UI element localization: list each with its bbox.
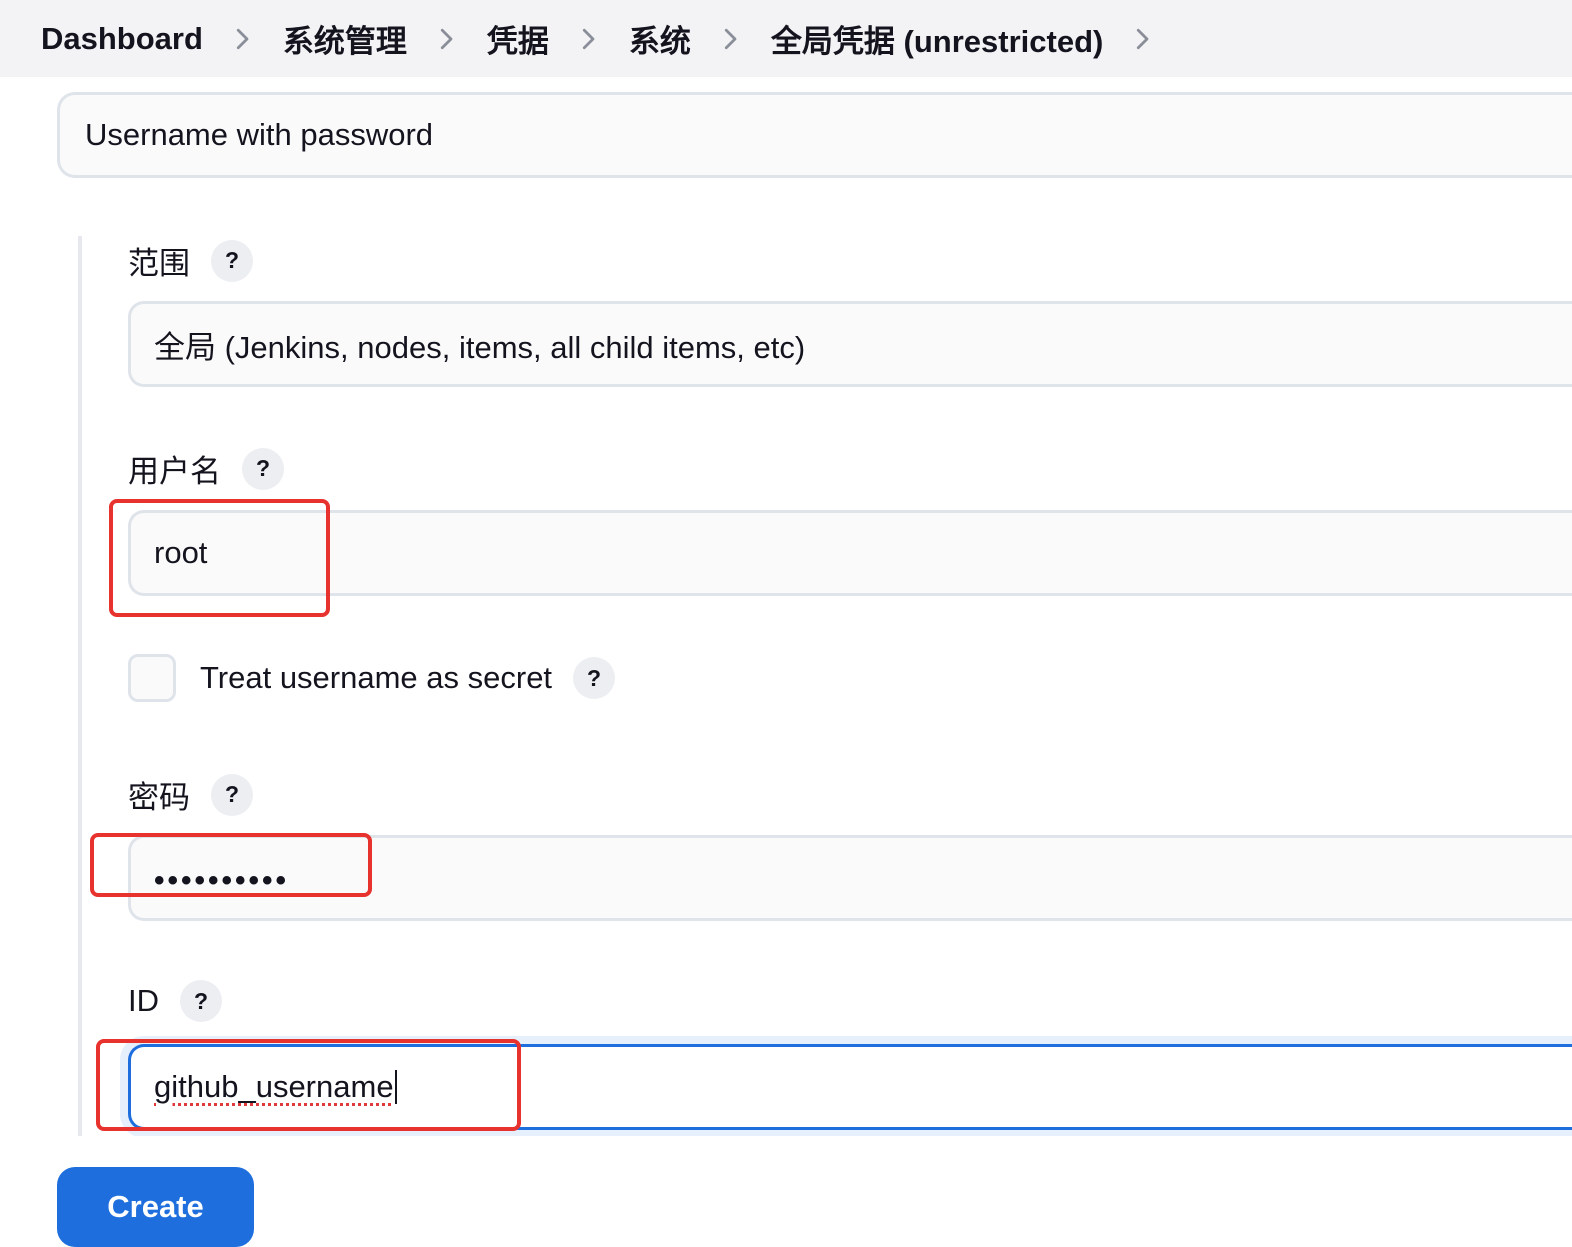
breadcrumb-item-system-management[interactable]: 系统管理 [283, 16, 407, 61]
highlight-box-password [90, 833, 372, 897]
chevron-right-icon [573, 24, 603, 54]
treat-username-secret-help-icon[interactable]: ? [573, 657, 616, 699]
treat-username-secret-row: Treat username as secret ? [128, 654, 616, 702]
scope-label-row: 范围 ? [128, 238, 253, 283]
chevron-right-icon [227, 24, 257, 54]
scope-select-value: 全局 (Jenkins, nodes, items, all child ite… [154, 329, 806, 365]
chevron-right-icon[interactable] [1127, 24, 1157, 54]
breadcrumb-item-system[interactable]: 系统 [629, 16, 691, 61]
kind-select[interactable]: Username with password [57, 92, 1572, 178]
kind-select-value: Username with password [85, 117, 434, 152]
username-input[interactable]: root [128, 510, 1572, 596]
breadcrumb-item-global-credentials[interactable]: 全局凭据 (unrestricted) [771, 16, 1103, 61]
treat-username-secret-label[interactable]: Treat username as secret [200, 660, 552, 696]
highlight-box-username [109, 499, 330, 617]
scope-label: 范围 [128, 246, 190, 281]
breadcrumb-item-credentials[interactable]: 凭据 [487, 16, 549, 61]
id-label: ID [128, 983, 159, 1018]
username-help-icon[interactable]: ? [242, 447, 284, 490]
username-label: 用户名 [128, 454, 221, 489]
chevron-right-icon [431, 24, 461, 54]
scope-select[interactable]: 全局 (Jenkins, nodes, items, all child ite… [128, 301, 1572, 387]
chevron-right-icon [715, 24, 745, 54]
highlight-box-id [96, 1039, 521, 1131]
treat-username-secret-checkbox[interactable] [128, 654, 176, 702]
password-help-icon[interactable]: ? [211, 773, 253, 816]
password-label-row: 密码 ? [128, 772, 253, 817]
password-label: 密码 [128, 780, 190, 815]
breadcrumb-item-dashboard[interactable]: Dashboard [41, 21, 203, 57]
form-section-rail [78, 236, 82, 1136]
scope-help-icon[interactable]: ? [211, 239, 253, 282]
id-help-icon[interactable]: ? [180, 980, 222, 1022]
create-button[interactable]: Create [57, 1167, 254, 1247]
id-label-row: ID ? [128, 980, 222, 1022]
breadcrumb: Dashboard 系统管理 凭据 系统 全局凭据 (unrestricted) [0, 0, 1572, 77]
username-label-row: 用户名 ? [128, 446, 284, 491]
